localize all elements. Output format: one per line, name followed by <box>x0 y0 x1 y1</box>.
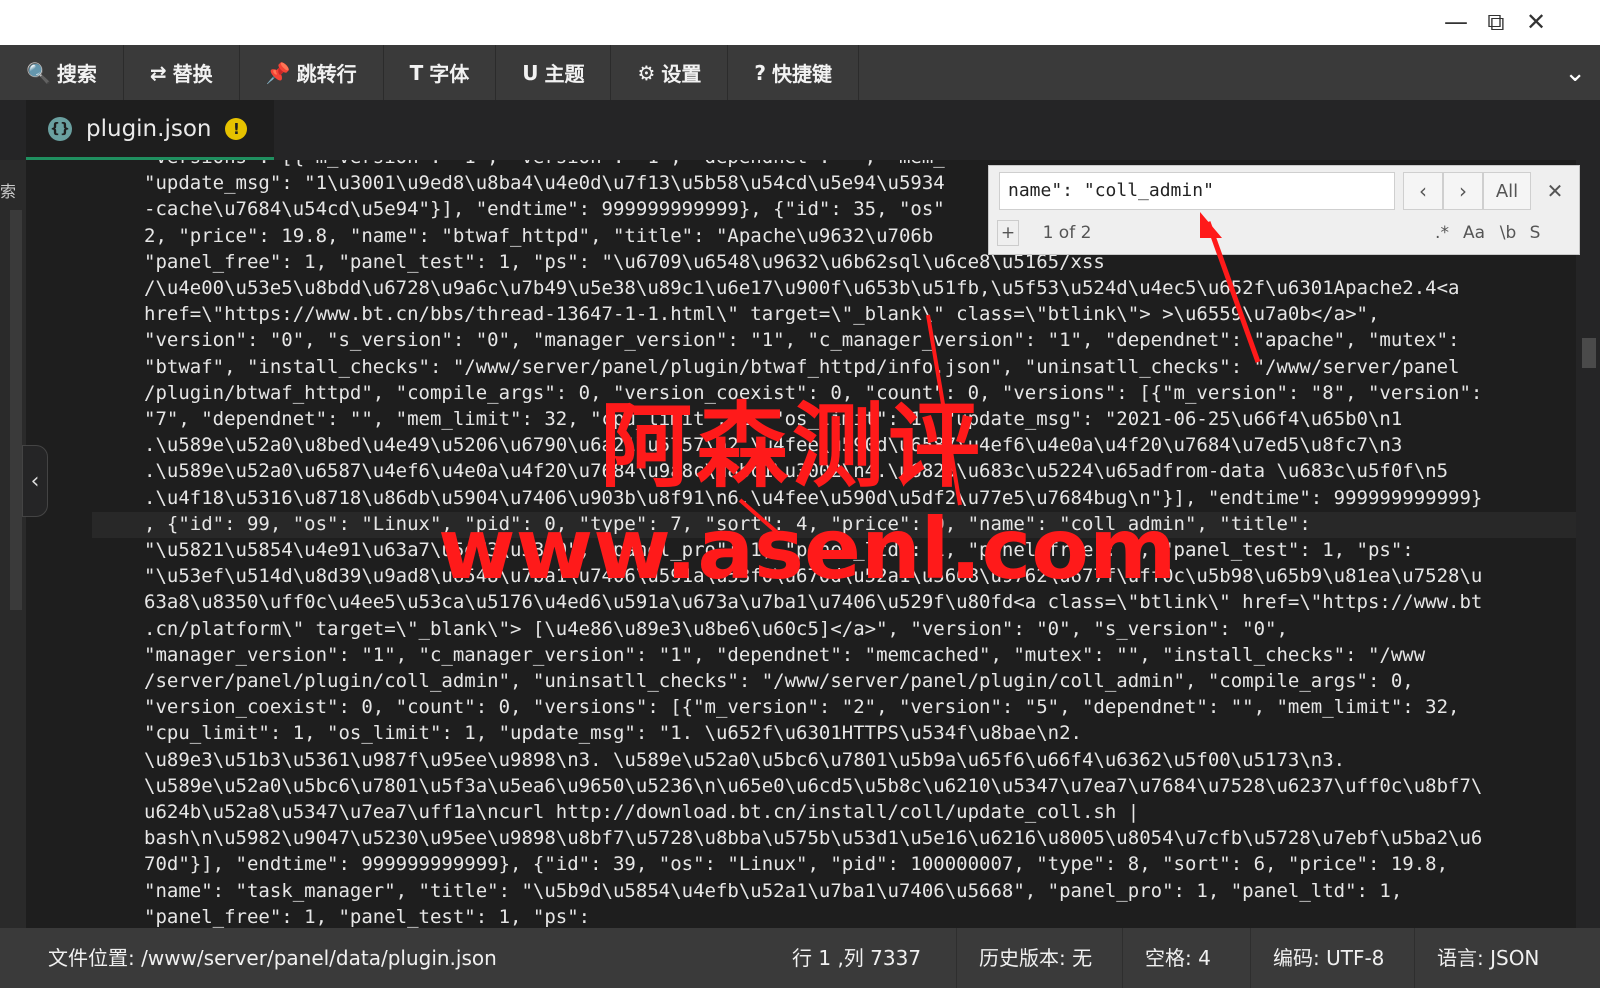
tab-plugin-json[interactable]: {} plugin.json ! <box>26 100 274 160</box>
find-prev-button[interactable]: ‹ <box>1403 172 1443 210</box>
replace-icon: ⇄ <box>149 60 167 85</box>
warning-icon: ! <box>225 117 248 140</box>
left-scrollbar[interactable] <box>10 210 22 610</box>
code-line[interactable]: "update_msg": "1\u3001\u9ed8\u8ba4\u4e0d… <box>144 170 945 196</box>
case-toggle[interactable]: Aa <box>1457 218 1491 248</box>
goto-line-button[interactable]: 📌 跳转行 <box>240 45 384 100</box>
code-line[interactable]: -cache\u7684\u54cd\u5e94"}], "endtime": … <box>144 196 945 222</box>
theme-icon: U <box>522 60 539 85</box>
shortcuts-button[interactable]: ? 快捷键 <box>728 45 860 100</box>
tab-filename: plugin.json <box>86 115 212 142</box>
code-line[interactable]: 70d"}], "endtime": 999999999999}, {"id":… <box>144 851 1448 877</box>
expand-replace-button[interactable]: + <box>997 220 1019 246</box>
collapse-sidebar-button[interactable]: ‹ <box>22 445 48 517</box>
theme-button[interactable]: U 主题 <box>496 45 612 100</box>
settings-label: 设置 <box>661 62 702 86</box>
search-icon: 🔍 <box>26 60 51 85</box>
code-line[interactable]: "name": "task_manager", "title": "\u5b9d… <box>144 878 1402 904</box>
code-line[interactable]: href=\"https://www.bt.cn/bbs/thread-1364… <box>144 301 1379 327</box>
status-history[interactable]: 历史版本: 无 <box>956 928 1114 988</box>
font-label: 字体 <box>429 62 470 86</box>
pin-icon: 📌 <box>265 60 291 85</box>
find-widget: name": "coll_admin" ‹ › All ✕ + 1 of 2 .… <box>988 165 1580 255</box>
watermark-text: 阿森测评 <box>600 392 985 500</box>
minimize-button[interactable]: — <box>1438 4 1474 40</box>
regex-toggle[interactable]: .* <box>1429 218 1455 248</box>
window-titlebar: — ⧉ ✕ <box>0 0 1600 45</box>
search-button[interactable]: 🔍 搜索 <box>0 45 124 100</box>
goto-line-label: 跳转行 <box>296 62 357 86</box>
gear-icon: ⚙ <box>637 60 656 85</box>
replace-label: 替换 <box>172 62 213 86</box>
editor-toolbar: 🔍 搜索 ⇄ 替换 📌 跳转行 T 字体 U 主题 ⚙ 设置 ? 快捷键 <box>0 45 1600 100</box>
code-line[interactable]: "versions": [{"m_version": "1", "version… <box>144 160 945 170</box>
settings-button[interactable]: ⚙ 设置 <box>611 45 729 100</box>
status-cursor-position[interactable]: 行 1 ,列 7337 <box>770 928 943 988</box>
tab-bar: {} plugin.json ! <box>0 100 1600 160</box>
code-line[interactable]: u624b\u52a8\u5347\u7ea7\uff1a\ncurl http… <box>144 799 1139 825</box>
close-button[interactable]: ✕ <box>1518 4 1554 40</box>
find-all-button[interactable]: All <box>1483 172 1531 210</box>
code-line[interactable]: 2, "price": 19.8, "name": "btwaf_httpd",… <box>144 223 933 249</box>
code-line[interactable]: .cn/platform\" target=\"_blank\"> [\u4e8… <box>144 616 1288 642</box>
code-line[interactable]: /\u4e00\u53e5\u8bdd\u6728\u9a6c\u7b49\u5… <box>144 275 1459 301</box>
in-selection-toggle[interactable]: S <box>1525 218 1545 248</box>
search-label: 搜索 <box>56 62 97 86</box>
code-line[interactable]: bash\n\u5982\u9047\u5230\u95ee\u9898\u8b… <box>144 825 1482 851</box>
code-line[interactable]: "manager_version": "1", "c_manager_versi… <box>144 642 1425 668</box>
code-line[interactable]: "panel_free": 1, "panel_test": 1, "ps": … <box>144 249 1105 275</box>
match-count: 1 of 2 <box>1042 223 1092 243</box>
shortcuts-label: 快捷键 <box>772 62 833 86</box>
code-line[interactable]: "version": "0", "s_version": "0", "manag… <box>144 327 1459 353</box>
font-button[interactable]: T 字体 <box>384 45 497 100</box>
json-file-icon: {} <box>48 116 72 141</box>
watermark-url: www.asenl.com <box>438 500 1177 598</box>
whole-word-toggle[interactable]: \b <box>1493 218 1523 248</box>
code-line[interactable]: "version_coexist": 0, "count": 0, "versi… <box>144 694 1459 720</box>
code-line[interactable]: \u89e3\u51b3\u5361\u987f\u95ee\u9898\n3.… <box>144 747 1345 773</box>
theme-label: 主题 <box>544 62 585 86</box>
code-line[interactable]: \u589e\u52a0\u5bc6\u7801\u5f3a\u5ea6\u96… <box>144 773 1482 799</box>
code-line[interactable]: "cpu_limit": 1, "os_limit": 1, "update_m… <box>144 720 1082 746</box>
chevron-down-icon[interactable]: ⌄ <box>1564 58 1586 88</box>
code-line[interactable]: /server/panel/plugin/coll_admin", "unins… <box>144 668 1414 694</box>
font-icon: T <box>409 60 424 85</box>
status-encoding[interactable]: 编码: UTF-8 <box>1250 928 1406 988</box>
left-panel-label: 索 <box>0 182 17 201</box>
scrollbar-thumb[interactable] <box>1582 338 1596 368</box>
code-line[interactable]: "panel_free": 1, "panel_test": 1, "ps": <box>144 904 590 928</box>
restore-button[interactable]: ⧉ <box>1478 4 1514 40</box>
help-icon: ? <box>754 60 767 85</box>
close-icon[interactable]: ✕ <box>1535 172 1575 210</box>
vertical-scrollbar[interactable] <box>1576 160 1600 928</box>
status-file-path: 文件位置: /www/server/panel/data/plugin.json <box>48 946 497 970</box>
status-indent[interactable]: 空格: 4 <box>1122 928 1233 988</box>
find-input[interactable]: name": "coll_admin" <box>999 172 1395 210</box>
find-next-button[interactable]: › <box>1443 172 1483 210</box>
status-bar: 文件位置: /www/server/panel/data/plugin.json… <box>0 928 1600 988</box>
status-language[interactable]: 语言: JSON <box>1414 928 1561 988</box>
replace-button[interactable]: ⇄ 替换 <box>124 45 240 100</box>
